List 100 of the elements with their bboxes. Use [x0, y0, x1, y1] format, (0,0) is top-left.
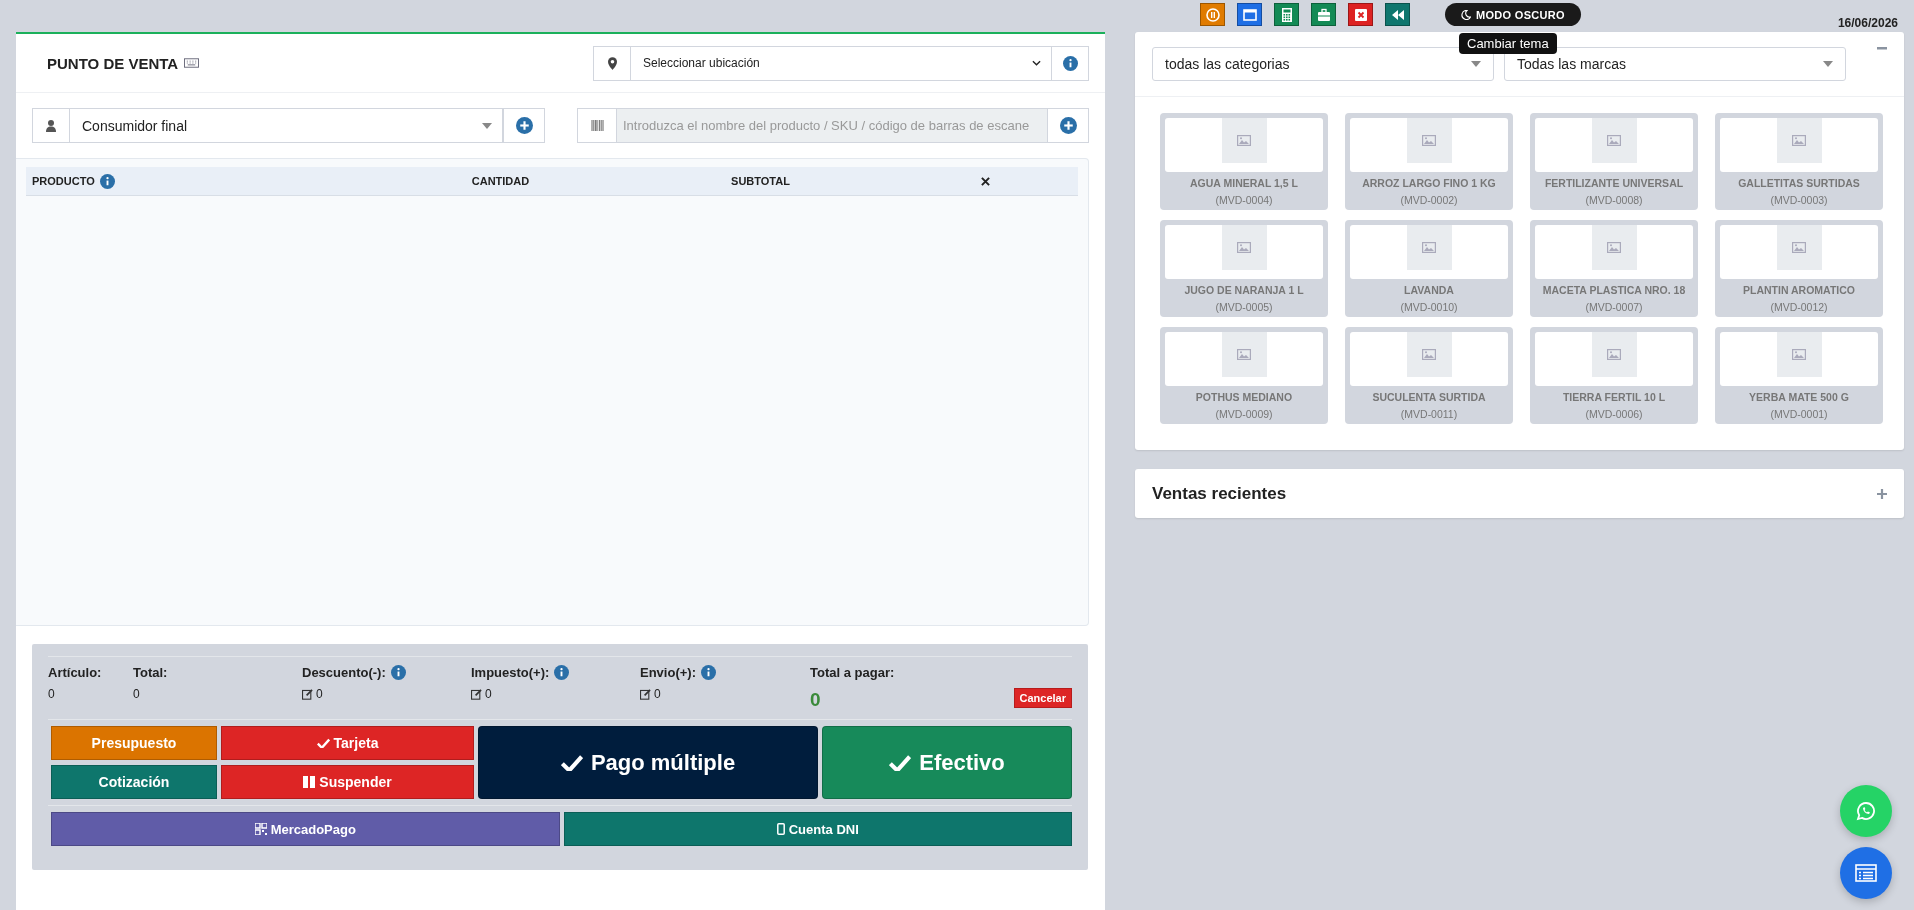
remove-icon [980, 176, 990, 186]
payment-button[interactable]: Cuenta DNI [563, 812, 1072, 846]
summary-label: Total: [133, 665, 168, 680]
product-card[interactable]: TIERRA FERTIL 10 L (MVD-0006) [1530, 327, 1698, 424]
user-icon [46, 119, 56, 132]
location-select[interactable]: Seleccionar ubicación [593, 45, 1089, 81]
summary-label: Total a pagar: [810, 665, 895, 680]
toolbar-button[interactable] [1200, 3, 1225, 26]
section-title: Ventas recientes [1152, 483, 1287, 504]
moon-icon [1461, 9, 1471, 20]
payment-button[interactable]: MercadoPago [51, 812, 560, 846]
map-pin-icon [607, 56, 617, 70]
total-amount: 0 [810, 689, 822, 711]
caret-icon [1471, 61, 1481, 67]
product-name: TIERRA FERTIL 10 L [1562, 391, 1666, 403]
page-title: PUNTO DE VENTA [47, 54, 179, 72]
action-button[interactable]: Presupuesto [51, 726, 217, 760]
caret-icon [1823, 61, 1833, 67]
product-sku: (MVD-0012) [1770, 301, 1828, 313]
info-icon [390, 665, 406, 680]
edit-icon[interactable] [640, 688, 651, 700]
image-placeholder-icon [1237, 242, 1251, 253]
check-icon [889, 753, 912, 772]
image-placeholder-icon [1792, 242, 1806, 253]
product-card[interactable]: AGUA MINERAL 1,5 L (MVD-0004) [1160, 113, 1328, 210]
product-card[interactable]: JUGO DE NARANJA 1 L (MVD-0005) [1160, 220, 1328, 317]
column-header: SUBTOTAL [731, 175, 790, 187]
summary-value: 0 [316, 687, 323, 701]
product-sku: (MVD-0011) [1400, 408, 1458, 420]
product-sku: (MVD-0009) [1215, 408, 1273, 420]
product-name: LAVANDA [1404, 284, 1454, 296]
product-card[interactable]: LAVANDA (MVD-0010) [1345, 220, 1513, 317]
brand-select[interactable]: Todas las marcas [1504, 47, 1846, 81]
summary-value: 0 [485, 687, 492, 701]
date-label: 16/06/2026 [1837, 16, 1898, 30]
summary-value: 0 [654, 687, 661, 701]
close-icon [1352, 6, 1369, 23]
toolbar-button[interactable] [1274, 3, 1299, 26]
product-name: GALLETITAS SURTIDAS [1738, 177, 1860, 189]
image-placeholder-icon [1237, 135, 1251, 146]
dark-mode-toggle[interactable]: MODO OSCURO [1445, 3, 1581, 26]
product-card[interactable]: MACETA PLASTICA NRO. 18 (MVD-0007) [1530, 220, 1698, 317]
product-sku: (MVD-0003) [1770, 194, 1828, 206]
product-sku: (MVD-0005) [1215, 301, 1273, 313]
list-icon [1855, 864, 1877, 882]
product-name: PLANTIN AROMATICO [1743, 284, 1855, 296]
chat-bubble-icon [1856, 801, 1876, 821]
check-icon [560, 753, 583, 772]
product-sku: (MVD-0010) [1400, 301, 1458, 313]
info-icon [99, 173, 115, 189]
product-card[interactable]: GALLETITAS SURTIDAS (MVD-0003) [1715, 113, 1883, 210]
image-placeholder-icon [1422, 135, 1436, 146]
summary-label: Descuento(-): [302, 665, 386, 680]
product-sku: (MVD-0001) [1770, 408, 1828, 420]
image-placeholder-icon [1607, 242, 1621, 253]
summary-value: 0 [48, 687, 55, 701]
product-name: AGUA MINERAL 1,5 L [1190, 177, 1298, 189]
toolbar-button[interactable] [1348, 3, 1373, 26]
info-icon [1062, 55, 1078, 71]
product-card[interactable]: POTHUS MEDIANO (MVD-0009) [1160, 327, 1328, 424]
product-card[interactable]: PLANTIN AROMATICO (MVD-0012) [1715, 220, 1883, 317]
edit-icon[interactable] [302, 688, 313, 700]
product-name: JUGO DE NARANJA 1 L [1184, 284, 1304, 296]
caret-icon [482, 122, 492, 129]
product-card[interactable]: ARROZ LARGO FINO 1 KG (MVD-0002) [1345, 113, 1513, 210]
image-placeholder-icon [1607, 349, 1621, 360]
expand-icon[interactable] [1877, 488, 1887, 499]
action-button[interactable]: Efectivo [822, 726, 1072, 799]
pause-icon [1204, 6, 1221, 23]
action-button[interactable]: Suspender [221, 765, 474, 799]
cancel-button[interactable]: Cancelar [1013, 688, 1072, 708]
image-placeholder-icon [1607, 135, 1621, 146]
image-placeholder-icon [1422, 349, 1436, 360]
summary-label: Envio(+): [640, 665, 696, 680]
product-card[interactable]: SUCULENTA SURTIDA (MVD-0011) [1345, 327, 1513, 424]
column-header: CANTIDAD [471, 175, 530, 187]
toolbar-button[interactable] [1385, 3, 1410, 26]
edit-icon[interactable] [471, 688, 482, 700]
product-name: MACETA PLASTICA NRO. 18 [1542, 284, 1686, 296]
list-button[interactable] [1840, 847, 1892, 899]
product-name: YERBA MATE 500 G [1749, 391, 1849, 403]
product-name: POTHUS MEDIANO [1195, 391, 1293, 403]
toolbar-button[interactable] [1311, 3, 1336, 26]
product-name: SUCULENTA SURTIDA [1372, 391, 1486, 403]
toolbar-button[interactable] [1237, 3, 1262, 26]
category-select[interactable]: todas las categorias [1152, 47, 1494, 81]
image-placeholder-icon [1792, 349, 1806, 360]
product-sku: (MVD-0008) [1585, 194, 1643, 206]
tooltip: Cambiar tema [1459, 33, 1557, 54]
briefcase-icon [1315, 6, 1332, 23]
product-sku: (MVD-0004) [1215, 194, 1273, 206]
keyboard-icon [184, 58, 200, 68]
summary-value: 0 [133, 687, 140, 701]
action-button[interactable]: Pago múltiple [478, 726, 818, 799]
product-card[interactable]: FERTILIZANTE UNIVERSAL (MVD-0008) [1530, 113, 1698, 210]
product-card[interactable]: YERBA MATE 500 G (MVD-0001) [1715, 327, 1883, 424]
action-button[interactable]: Tarjeta [221, 726, 474, 760]
product-sku: (MVD-0002) [1400, 194, 1458, 206]
action-button[interactable]: Cotización [51, 765, 217, 799]
product-sku: (MVD-0007) [1585, 301, 1643, 313]
